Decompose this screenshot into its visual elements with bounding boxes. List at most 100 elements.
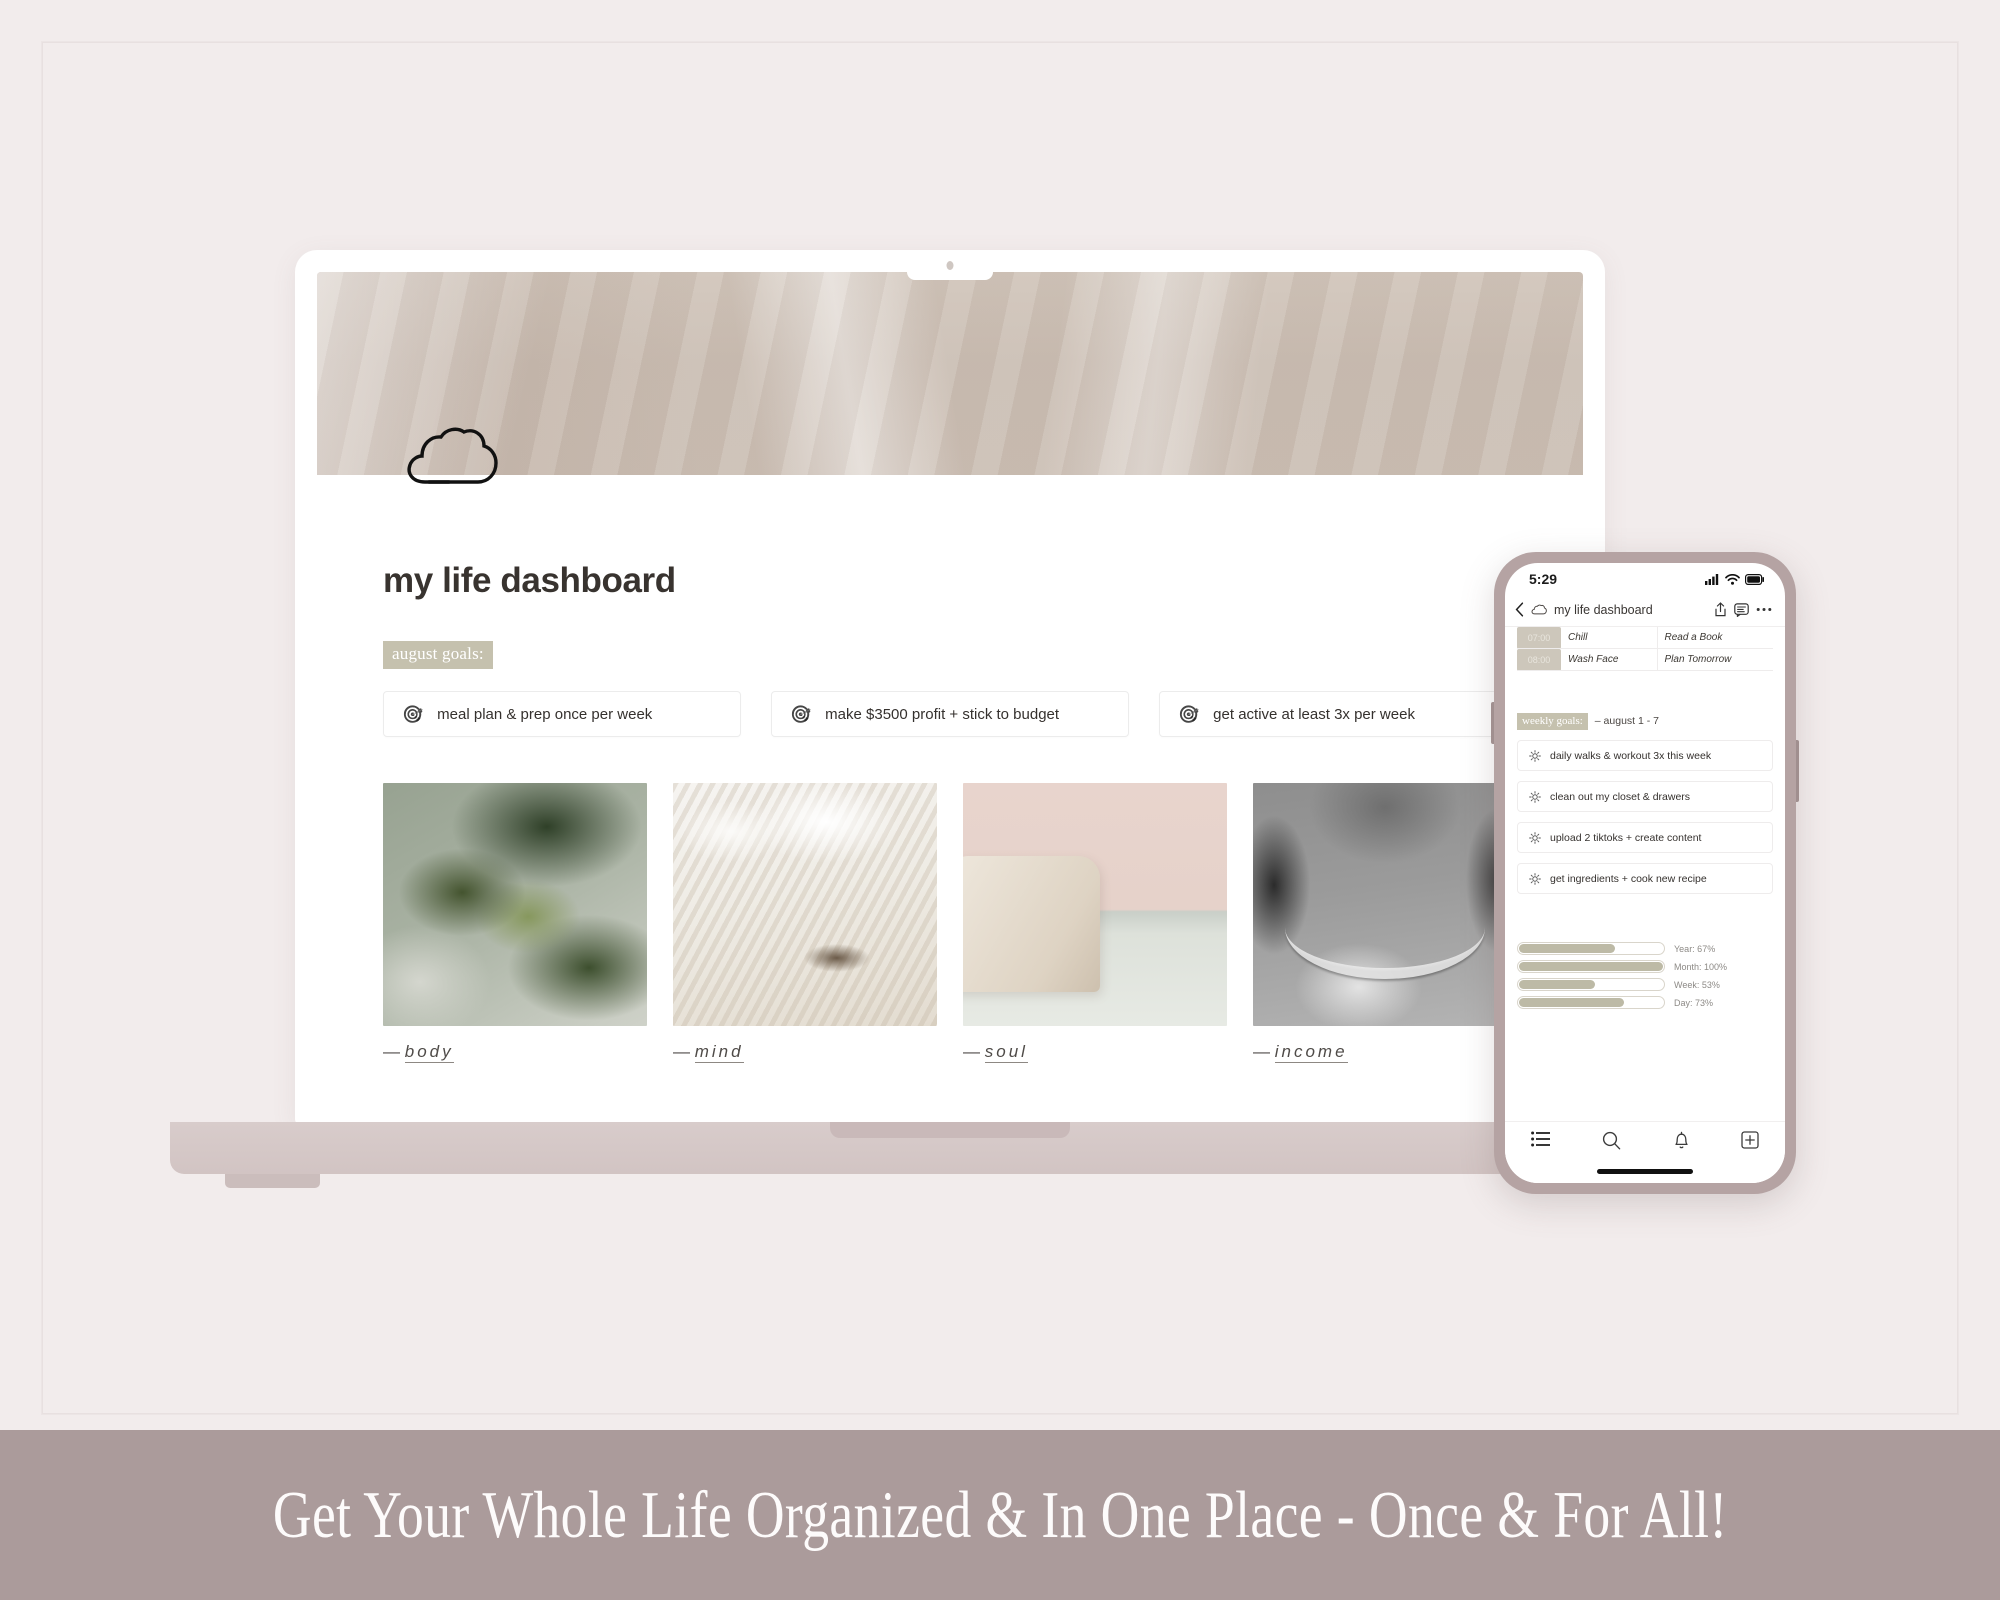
weekly-goals-date-range: – august 1 - 7: [1594, 715, 1660, 727]
photo-caption: — body: [383, 1042, 647, 1063]
goal-card-label: meal plan & prep once per week: [437, 705, 653, 723]
phone-page-title: my life dashboard: [1554, 602, 1653, 617]
progress-bar-month: [1517, 960, 1665, 973]
chevron-left-icon[interactable]: [1515, 602, 1524, 617]
laptop-base-notch: [830, 1122, 1070, 1138]
dart-icon: 🎯: [402, 704, 424, 724]
schedule-task: Wash Face: [1561, 648, 1658, 671]
progress-label: Day: 73%: [1674, 997, 1714, 1008]
photo-caption: — soul: [963, 1042, 1227, 1063]
weekly-goal-item[interactable]: upload 2 tiktoks + create content: [1517, 822, 1773, 853]
phone-content: 07:00 Chill Read a Book 08:00 Wash Face …: [1505, 627, 1785, 1009]
phone-screen: 5:29 my life dashboard 07:00 Chill Read …: [1505, 563, 1785, 1183]
sun-icon: [1529, 831, 1541, 844]
progress-row: Month: 100%: [1517, 960, 1773, 973]
promo-banner-text: Get Your Whole Life Organized & In One P…: [272, 1477, 1728, 1552]
photo-chain-necklace: [1253, 783, 1517, 1026]
cellular-signal-icon: [1705, 573, 1719, 585]
caption-dash: —: [673, 1042, 690, 1061]
notion-page-body: my life dashboard august goals: 🎯 meal p…: [317, 475, 1583, 1125]
caption-label: body: [404, 1042, 454, 1063]
wifi-icon: [1725, 573, 1740, 585]
progress-list: Year: 67% Month: 100% Week: 53% Day: 73%: [1517, 942, 1773, 1009]
dart-icon: 🎯: [1178, 704, 1200, 724]
cloud-icon: [1531, 604, 1547, 615]
schedule-time: 07:00: [1517, 627, 1561, 649]
photo-card[interactable]: — income: [1253, 783, 1517, 1063]
page-title: my life dashboard: [383, 561, 676, 600]
photo-caption: — mind: [673, 1042, 937, 1063]
battery-icon: [1745, 573, 1764, 585]
photo-pear-tree: [383, 783, 647, 1026]
sun-icon: [1529, 790, 1541, 803]
goal-card-row: 🎯 meal plan & prep once per week 🎯 make …: [383, 691, 1517, 737]
phone-mockup: 5:29 my life dashboard 07:00 Chill Read …: [1491, 552, 1799, 1194]
schedule-task-2: Plan Tomorrow: [1657, 648, 1773, 671]
cloud-icon: [407, 427, 498, 484]
promo-banner: Get Your Whole Life Organized & In One P…: [0, 1430, 2000, 1600]
progress-fill: [1519, 980, 1596, 989]
weekly-goal-item[interactable]: clean out my closet & drawers: [1517, 781, 1773, 812]
progress-bar-week: [1517, 978, 1665, 991]
notion-cover-image: [317, 272, 1583, 475]
caption-dash: —: [963, 1042, 980, 1061]
photo-tote-bag: [963, 783, 1227, 1026]
caption-dash: —: [1253, 1042, 1270, 1061]
status-time: 5:29: [1529, 571, 1558, 587]
list-icon[interactable]: [1530, 1131, 1551, 1147]
plus-box-icon[interactable]: [1741, 1131, 1759, 1149]
schedule-task-2: Read a Book: [1657, 627, 1773, 649]
weekly-goal-item[interactable]: get ingredients + cook new recipe: [1517, 863, 1773, 894]
webcam-icon: [946, 261, 954, 270]
schedule-table: 07:00 Chill Read a Book 08:00 Wash Face …: [1517, 627, 1773, 671]
phone-power-button[interactable]: [1796, 740, 1799, 802]
photo-card[interactable]: — soul: [963, 783, 1227, 1063]
progress-label: Year: 67%: [1674, 943, 1716, 954]
search-icon[interactable]: [1602, 1131, 1621, 1150]
table-row[interactable]: 07:00 Chill Read a Book: [1517, 627, 1773, 649]
progress-fill: [1519, 944, 1616, 953]
photo-caption: — income: [1253, 1042, 1517, 1063]
weekly-goal-label: clean out my closet & drawers: [1550, 790, 1691, 803]
goal-card[interactable]: 🎯 meal plan & prep once per week: [383, 691, 741, 737]
weekly-goal-label: get ingredients + cook new recipe: [1550, 872, 1707, 885]
dart-icon: 🎯: [790, 704, 812, 724]
sun-icon: [1529, 872, 1541, 885]
photo-card[interactable]: — body: [383, 783, 647, 1063]
progress-label: Month: 100%: [1674, 961, 1728, 972]
goal-card[interactable]: 🎯 make $3500 profit + stick to budget: [771, 691, 1129, 737]
weekly-goal-label: daily walks & workout 3x this week: [1550, 749, 1712, 762]
caption-label: soul: [984, 1042, 1028, 1063]
progress-row: Week: 53%: [1517, 978, 1773, 991]
progress-bar-year: [1517, 942, 1665, 955]
phone-status-bar: 5:29: [1505, 563, 1785, 593]
laptop-screen: my life dashboard august goals: 🎯 meal p…: [317, 272, 1583, 1125]
section-badge-august-goals: august goals:: [383, 641, 493, 669]
weekly-goals-header: weekly goals: – august 1 - 7: [1517, 713, 1773, 730]
goal-card-label: make $3500 profit + stick to budget: [825, 705, 1060, 723]
phone-top-bar: my life dashboard: [1505, 593, 1785, 627]
goal-card[interactable]: 🎯 get active at least 3x per week: [1159, 691, 1517, 737]
caption-label: income: [1274, 1042, 1348, 1063]
photo-bed-book-glasses: [673, 783, 937, 1026]
schedule-time: 08:00: [1517, 648, 1561, 671]
photo-card-row: — body — mind — soul — income: [383, 783, 1517, 1063]
table-row[interactable]: 08:00 Wash Face Plan Tomorrow: [1517, 648, 1773, 671]
caption-dash: —: [383, 1042, 400, 1061]
progress-row: Day: 73%: [1517, 996, 1773, 1009]
progress-label: Week: 53%: [1674, 979, 1720, 990]
phone-volume-button[interactable]: [1491, 702, 1494, 744]
photo-card[interactable]: — mind: [673, 783, 937, 1063]
more-options-icon[interactable]: [1756, 607, 1772, 612]
laptop-mockup: my life dashboard august goals: 🎯 meal p…: [170, 250, 1730, 1188]
share-icon[interactable]: [1714, 602, 1727, 617]
progress-row: Year: 67%: [1517, 942, 1773, 955]
sun-icon: [1529, 749, 1541, 762]
comment-icon[interactable]: [1734, 602, 1749, 617]
home-indicator[interactable]: [1597, 1169, 1693, 1174]
schedule-task: Chill: [1561, 627, 1658, 649]
section-badge-weekly-goals: weekly goals:: [1517, 713, 1588, 730]
bell-icon[interactable]: [1673, 1131, 1690, 1150]
weekly-goal-item[interactable]: daily walks & workout 3x this week: [1517, 740, 1773, 771]
progress-bar-day: [1517, 996, 1665, 1009]
